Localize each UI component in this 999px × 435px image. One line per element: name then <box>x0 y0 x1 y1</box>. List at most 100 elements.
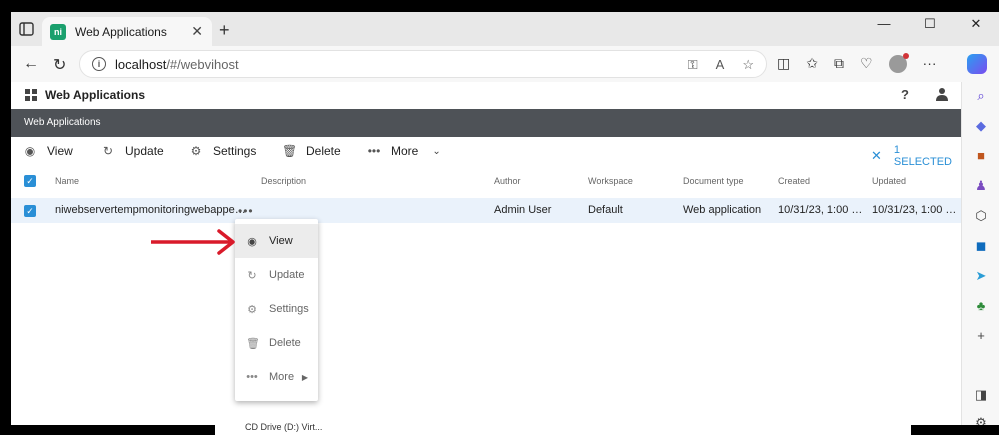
app-title: Web Applications <box>45 88 146 102</box>
menu-item-settings[interactable]: ⚙ Settings <box>235 292 318 326</box>
dots-icon: ••• <box>246 371 258 383</box>
app-grid-icon[interactable] <box>25 89 37 101</box>
browser-window: ni Web Applications ✕ + — ☐ ✕ ← ↻ i loca… <box>11 12 999 425</box>
menu-item-update[interactable]: ↻ Update <box>235 258 318 292</box>
toolbox-icon[interactable]: ■ <box>973 148 989 164</box>
menu-item-view[interactable]: ◉ View <box>235 224 318 258</box>
tab-actions-icon[interactable] <box>17 20 37 38</box>
screen: ni Web Applications ✕ + — ☐ ✕ ← ↻ i loca… <box>0 0 999 435</box>
ni-favicon-icon: ni <box>50 23 66 40</box>
menu-label-view: View <box>269 235 293 247</box>
back-icon[interactable]: ← <box>23 55 39 73</box>
help-icon[interactable]: ? <box>901 87 909 102</box>
context-menu: ◉ View ↻ Update ⚙ Settings 🗑 Delete ••• More … <box>235 219 318 401</box>
trash-icon: 🗑 <box>246 337 260 350</box>
select-all-checkbox[interactable]: ✓ <box>24 175 36 187</box>
table-header: ✓ Name Description Author Workspace Docu… <box>11 170 961 192</box>
settings-button[interactable]: ⚙ Settings <box>189 144 257 158</box>
tag-icon[interactable]: ◆ <box>973 118 989 134</box>
read-aloud-icon[interactable]: A <box>716 57 725 73</box>
info-icon[interactable]: i <box>92 57 106 71</box>
profile-avatar[interactable] <box>888 53 909 73</box>
browser-toolbar: ← ↻ i localhost/#/webvihost ⚿ A ☆ ◫ ✩ ⧉ … <box>11 46 999 82</box>
background-window-text: CD Drive (D:) Virt... <box>245 422 323 432</box>
tree-icon[interactable]: ♣ <box>973 298 989 314</box>
eye-icon: ◉ <box>247 235 257 248</box>
menu-label-more: More <box>269 371 295 383</box>
browser-sidebar: ⌕ ◆ ■ ♟ ⬡ ◼ ➤ ♣ + ◨ ⚙ <box>961 82 999 425</box>
toolbar-icons: ◫ ✩ ⧉ ♡ ··· <box>777 53 937 73</box>
menu-item-more[interactable]: ••• More ▶ <box>235 360 318 394</box>
url-text: localhost/#/webvihost <box>115 57 239 72</box>
maximize-button[interactable]: ☐ <box>907 12 953 36</box>
column-author[interactable]: Author <box>494 176 521 186</box>
split-screen-icon[interactable]: ◫ <box>777 55 790 73</box>
settings-more-icon[interactable]: ··· <box>923 55 937 73</box>
collections-icon[interactable]: ⧉ <box>834 55 844 73</box>
action-bar: ◉ View ↻ Update ⚙ Settings 🗑 Delete ••• More … <box>11 137 961 168</box>
tab-title: Web Applications <box>75 24 167 39</box>
gear-icon[interactable]: ⚙ <box>973 415 989 425</box>
new-tab-icon[interactable]: + <box>219 20 230 41</box>
delete-label: Delete <box>306 144 341 158</box>
key-icon[interactable]: ⚿ <box>688 57 698 73</box>
trash-icon: 🗑 <box>282 144 298 158</box>
more-button[interactable]: ••• More ⌄ <box>367 144 441 158</box>
favorite-star-icon[interactable]: ☆ <box>742 57 754 73</box>
outlook-icon[interactable]: ◼ <box>973 238 989 254</box>
browser-essentials-icon[interactable]: ♡ <box>860 55 873 73</box>
update-icon: ↻ <box>247 269 257 282</box>
selection-indicator[interactable]: ✕ 1 SELECTED <box>871 144 961 168</box>
tab-close-icon[interactable]: ✕ <box>191 23 203 40</box>
table-row[interactable]: ✓ niwebservertempmonitoringwebappe… ••• … <box>11 198 961 223</box>
sidebar-toggle-icon[interactable]: ◨ <box>973 387 989 403</box>
menu-label-settings: Settings <box>269 303 309 315</box>
gear-icon: ⚙ <box>190 144 202 158</box>
dots-icon: ••• <box>367 144 381 158</box>
app-header: Web Applications ? <box>11 82 961 108</box>
eye-icon: ◉ <box>24 144 36 158</box>
tab-strip: ni Web Applications ✕ + — ☐ ✕ <box>11 12 999 46</box>
view-label: View <box>47 144 73 158</box>
cell-updated: 10/31/23, 1:00 … <box>872 204 957 216</box>
column-created[interactable]: Created <box>778 176 810 186</box>
more-label: More <box>391 144 419 158</box>
section-banner: Web Applications <box>11 109 961 137</box>
refresh-icon[interactable]: ↻ <box>53 55 66 75</box>
web-page: Web Applications ? Web Applications ◉ Vie… <box>11 82 961 425</box>
url-host: localhost <box>115 56 167 72</box>
url-path: /#/webvihost <box>166 56 239 72</box>
send-icon[interactable]: ➤ <box>973 268 989 284</box>
column-document-type[interactable]: Document type <box>683 176 744 186</box>
update-icon: ↻ <box>102 144 114 158</box>
column-description[interactable]: Description <box>261 176 306 186</box>
close-window-button[interactable]: ✕ <box>953 12 999 36</box>
row-more-icon[interactable]: ••• <box>238 204 254 218</box>
row-checkbox[interactable]: ✓ <box>24 205 36 217</box>
minimize-button[interactable]: — <box>861 12 907 36</box>
menu-item-delete[interactable]: 🗑 Delete <box>235 326 318 360</box>
column-workspace[interactable]: Workspace <box>588 176 633 186</box>
browser-tab[interactable]: ni Web Applications ✕ <box>42 17 212 46</box>
clear-selection-icon[interactable]: ✕ <box>871 148 882 164</box>
settings-label: Settings <box>213 144 257 158</box>
games-icon[interactable]: ⬡ <box>973 208 989 224</box>
column-updated[interactable]: Updated <box>872 176 906 186</box>
window-controls: — ☐ ✕ <box>861 12 999 36</box>
update-label: Update <box>125 144 164 158</box>
column-name[interactable]: Name <box>55 176 79 186</box>
search-icon[interactable]: ⌕ <box>973 88 989 104</box>
address-bar[interactable]: i localhost/#/webvihost ⚿ A ☆ <box>79 50 767 78</box>
submenu-arrow-icon: ▶ <box>301 372 308 382</box>
delete-button[interactable]: 🗑 Delete <box>282 144 341 158</box>
add-icon[interactable]: + <box>973 328 989 344</box>
user-icon[interactable] <box>936 87 948 101</box>
people-icon[interactable]: ♟ <box>973 178 989 194</box>
annotation-arrow-icon <box>151 229 235 255</box>
copilot-icon[interactable] <box>967 54 987 74</box>
cell-name: niwebservertempmonitoringwebappe… <box>55 204 246 216</box>
update-button[interactable]: ↻ Update <box>101 144 164 158</box>
favorites-icon[interactable]: ✩ <box>806 55 818 73</box>
view-button[interactable]: ◉ View <box>23 144 73 158</box>
background-window-strip: CD Drive (D:) Virt... <box>215 422 911 435</box>
